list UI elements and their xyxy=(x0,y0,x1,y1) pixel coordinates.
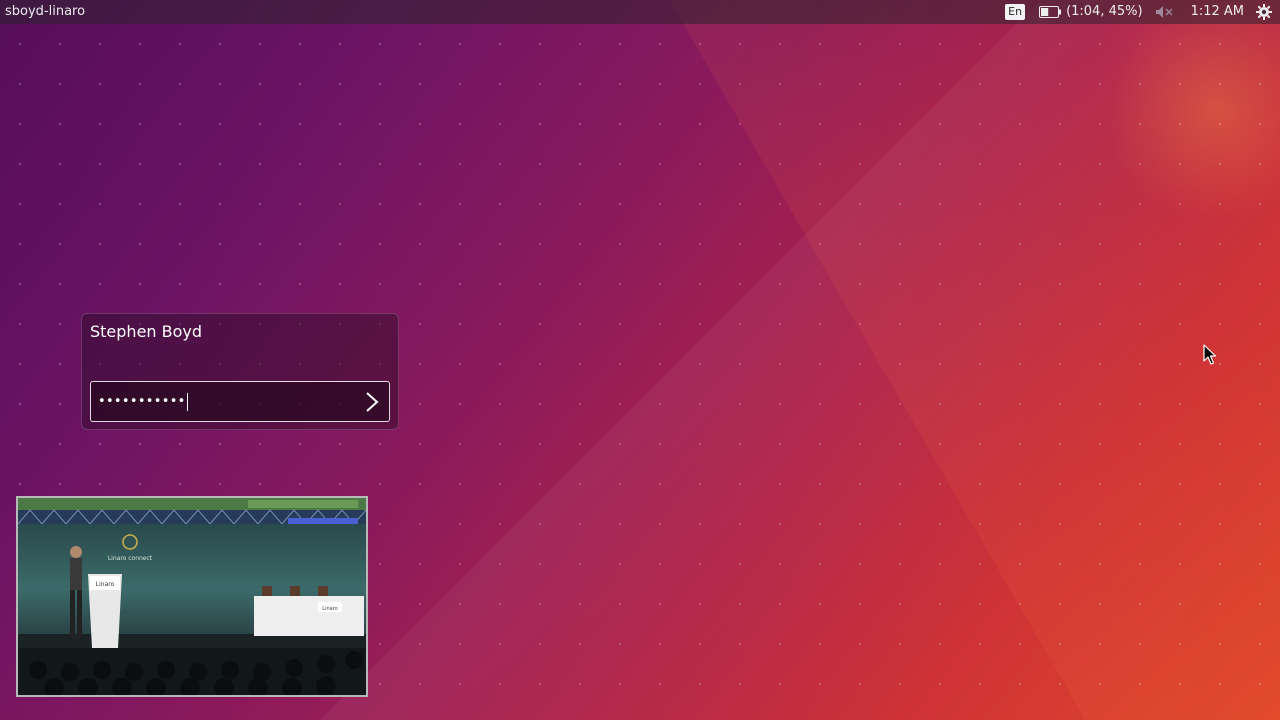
podium-text: Linaro xyxy=(96,581,115,588)
battery-status-text: (1:04, 45%) xyxy=(1066,4,1143,19)
keyboard-layout-indicator[interactable]: En xyxy=(1005,4,1026,20)
table-text: Linaro xyxy=(322,606,337,612)
sound-indicator[interactable] xyxy=(1155,5,1175,19)
clock-label[interactable]: 1:12 AM xyxy=(1191,0,1244,24)
session-menu[interactable] xyxy=(1256,4,1272,20)
speaker-muted-icon xyxy=(1155,6,1173,18)
panel-indicators: En (1:04, 45%) 1:12 AM xyxy=(1005,0,1272,24)
password-field[interactable]: ••••••••••• xyxy=(90,381,390,422)
conference-stage-video: Linaro connect Linaro Linaro xyxy=(18,498,366,695)
user-name-label[interactable]: Stephen Boyd xyxy=(90,322,202,341)
video-overlay: Linaro connect Linaro Linaro xyxy=(16,496,368,697)
password-input[interactable]: ••••••••••• xyxy=(98,382,188,421)
battery-icon xyxy=(1039,6,1062,18)
gear-icon xyxy=(1256,4,1272,20)
password-mask: ••••••••••• xyxy=(98,394,186,409)
hostname-label: sboyd-linaro xyxy=(5,4,86,19)
mouse-pointer-icon xyxy=(1203,344,1217,365)
lock-screen: sboyd-linaro En (1:04, 45%) 1:12 AM Step… xyxy=(0,0,1280,720)
chevron-right-icon[interactable] xyxy=(363,391,381,413)
text-cursor xyxy=(186,392,188,411)
banner-text: Linaro connect xyxy=(108,555,153,562)
top-panel: sboyd-linaro En (1:04, 45%) 1:12 AM xyxy=(0,0,1280,24)
battery-indicator[interactable]: (1:04, 45%) xyxy=(1039,0,1143,24)
login-box: Stephen Boyd ••••••••••• xyxy=(81,313,399,430)
